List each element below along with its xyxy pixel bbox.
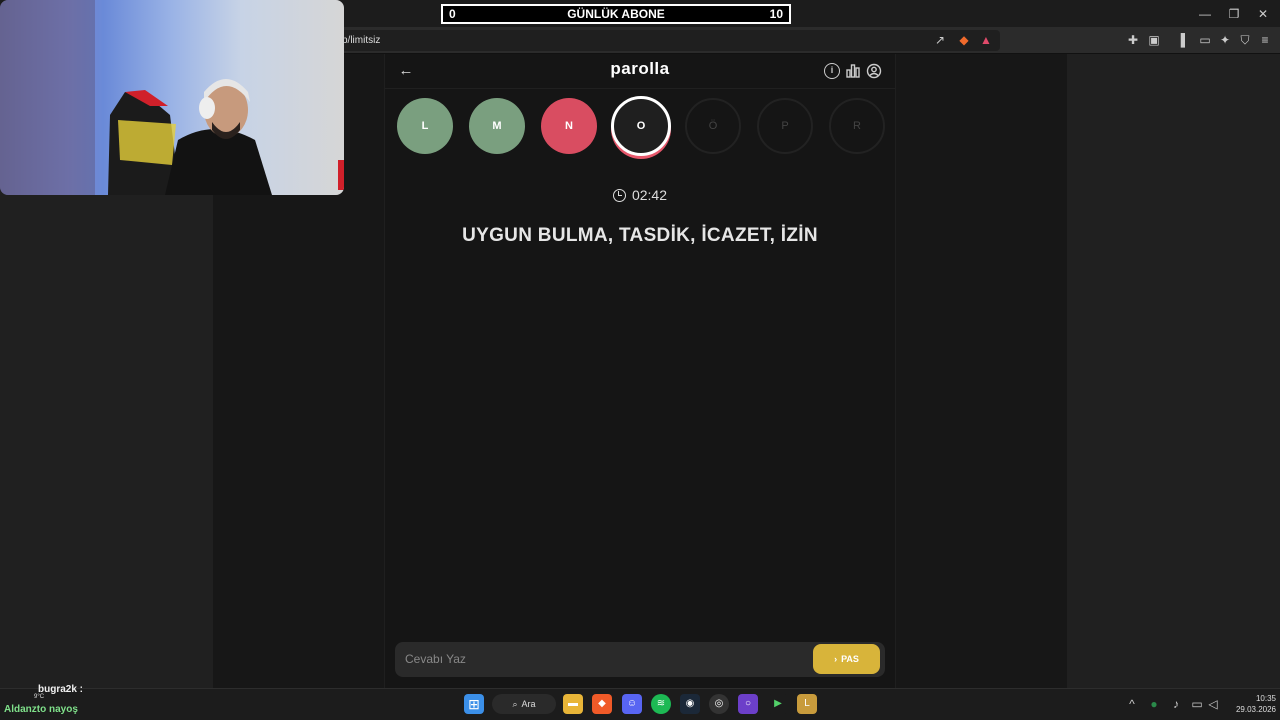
network-icon[interactable]: ▭ (1189, 696, 1205, 712)
counter-title: GÜNLÜK ABONE (567, 7, 665, 21)
clue-text: UYGUN BULMA, TASDİK, İCAZET, İZİN (462, 225, 818, 246)
timer-value: 02:42 (631, 187, 668, 203)
maximize-icon[interactable]: ❐ (1219, 4, 1249, 24)
system-clock[interactable]: 10:35 29.03.2026 (1222, 693, 1276, 717)
header-divider (385, 88, 895, 89)
discord-icon[interactable]: ☺ (622, 694, 642, 714)
letter-circle: Ö (685, 98, 741, 154)
tab-icon[interactable]: ▣ (1146, 32, 1162, 48)
pass-label: PAS (841, 654, 859, 664)
chat-username: bugra2k : (38, 684, 84, 695)
file-explorer-icon[interactable]: ▬ (563, 694, 583, 714)
letter-circle: L (397, 98, 453, 154)
clock-date: 29.03.2026 (1235, 705, 1276, 714)
answer-input[interactable] (405, 650, 785, 668)
letter-circle-active: O (611, 96, 671, 156)
menu-icon[interactable]: ≡ (1257, 32, 1273, 48)
league-client-icon[interactable]: L (797, 694, 817, 714)
tray-app-icon[interactable]: ● (1146, 696, 1162, 712)
search-label: Ara (521, 699, 536, 709)
brave-rewards-icon[interactable]: ▲ (978, 32, 994, 48)
profile-icon[interactable] (866, 63, 882, 79)
letter-circle: M (469, 98, 525, 154)
share-icon[interactable]: ↗ (932, 32, 948, 48)
letter-circle: P (757, 98, 813, 154)
clock-icon (612, 188, 626, 202)
taskbar-search[interactable]: ⌕ Ara (492, 694, 556, 714)
letter-circle: N (541, 98, 597, 154)
tray-chevron-up-icon[interactable]: ^ (1124, 696, 1140, 712)
brave-browser-icon[interactable]: ◆ (592, 694, 612, 714)
webcam-overlay (0, 0, 344, 195)
chat-names: Aldanzto nayoş (4, 704, 78, 715)
letter-circle: R (829, 98, 885, 154)
extensions-icon[interactable]: ✚ (1125, 32, 1141, 48)
minimize-icon[interactable]: — (1190, 4, 1220, 24)
clock-time: 10:35 (1255, 694, 1276, 703)
info-icon[interactable]: i (824, 63, 840, 79)
windows-start-icon[interactable]: ⊞ (464, 694, 484, 714)
vpn-icon[interactable]: ⛉ (1237, 32, 1253, 48)
app-icon[interactable]: ○ (738, 694, 758, 714)
brave-shield-icon[interactable]: ◆ (956, 32, 972, 48)
chat-overlay: bugra2k : 9°C Aldanzto nayoş (4, 684, 124, 718)
steam-icon[interactable]: ◉ (680, 694, 700, 714)
counter-left-value: 0 (449, 7, 456, 21)
pass-button[interactable]: › PAS (813, 644, 880, 674)
timer: 02:42 (600, 186, 680, 204)
sidebar-icon[interactable]: ▌ (1177, 32, 1193, 48)
back-arrow-icon[interactable]: ← (396, 61, 416, 81)
url-field[interactable]: p/limitsiz (330, 30, 1000, 51)
spotify-icon[interactable]: ≋ (651, 694, 671, 714)
obs-icon[interactable]: ◎ (709, 694, 729, 714)
counter-right-value: 10 (769, 7, 783, 21)
search-icon: ⌕ (512, 698, 518, 709)
page-right-gutter (1067, 54, 1280, 688)
volume-icon[interactable]: ◁ (1205, 696, 1221, 712)
wallet-icon[interactable]: ▭ (1197, 32, 1213, 48)
subscriber-counter: 0 GÜNLÜK ABONE 10 (441, 4, 791, 24)
weather-temp: 9°C (34, 694, 45, 700)
leo-icon[interactable]: ✦ (1217, 32, 1233, 48)
app-title: parolla (610, 59, 670, 78)
chevron-right-icon: › (834, 654, 838, 664)
microphone-icon[interactable]: ♪ (1168, 696, 1184, 712)
stats-icon[interactable] (845, 63, 861, 79)
media-player-icon[interactable]: ▶ (768, 694, 788, 714)
close-icon[interactable]: ✕ (1248, 4, 1278, 24)
